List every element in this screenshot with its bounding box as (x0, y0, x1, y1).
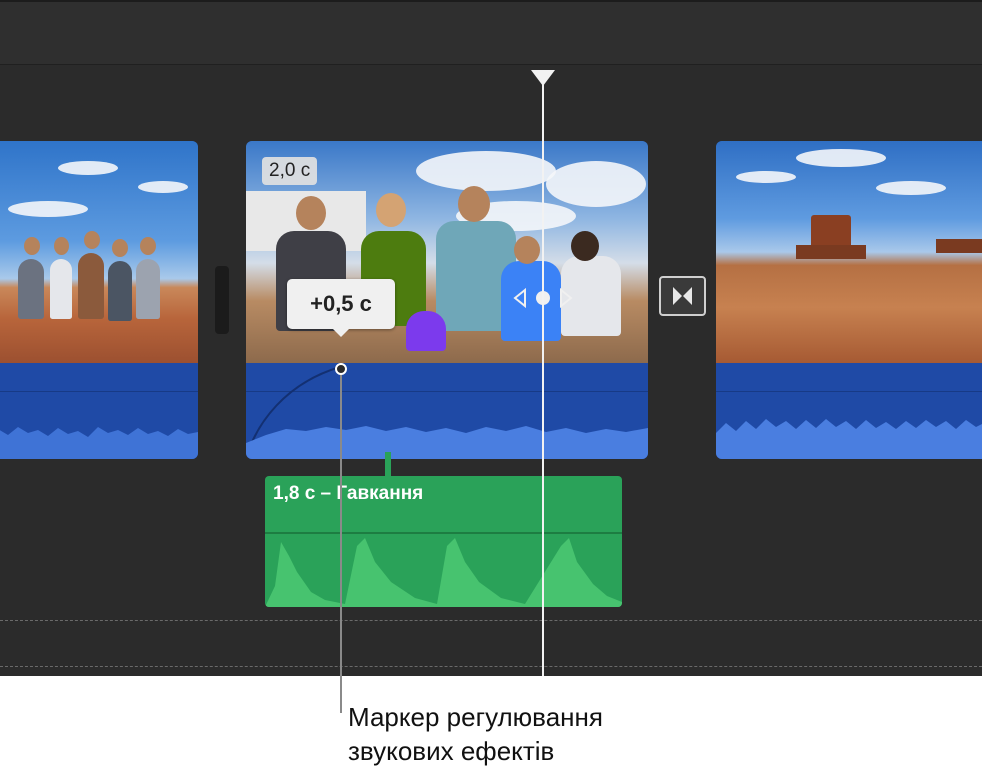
clip-trim-handle[interactable] (215, 266, 229, 334)
playhead-marker-icon[interactable] (531, 70, 555, 86)
sound-effect-adjust-marker[interactable] (335, 363, 347, 375)
clip-center-thumbnail: 2,0 с (246, 141, 648, 363)
video-clip-left[interactable] (0, 141, 198, 459)
fade-duration-tooltip: +0,5 с (287, 279, 395, 337)
waveform-right (716, 419, 982, 459)
waveform-center (246, 366, 648, 459)
clip-right-thumbnail (716, 141, 982, 363)
clip-center-audio[interactable] (246, 363, 648, 459)
clip-left-audio[interactable] (0, 363, 198, 459)
transition-button[interactable] (659, 276, 706, 316)
sound-effect-connector (385, 452, 391, 478)
video-clip-right[interactable] (716, 141, 982, 459)
sound-effect-clip[interactable]: 1,8 с – Гавкання (265, 476, 622, 607)
callout-caption: Маркер регулювання звукових ефектів (348, 700, 603, 768)
sound-effect-waveform (265, 538, 622, 607)
callout-line (340, 368, 342, 713)
callout-line-1: Маркер регулювання (348, 702, 603, 732)
transition-icon (673, 287, 692, 305)
callout-line-2: звукових ефектів (348, 736, 555, 766)
clip-right-audio[interactable] (716, 363, 982, 459)
clip-left-thumbnail (0, 141, 198, 363)
timeline-header (0, 0, 982, 65)
clip-duration-badge: 2,0 с (262, 157, 318, 185)
timeline[interactable]: 2,0 с 1,8 с – Гавкання +0,5 с (0, 0, 982, 676)
playhead[interactable] (542, 76, 544, 676)
waveform-left (0, 427, 198, 459)
